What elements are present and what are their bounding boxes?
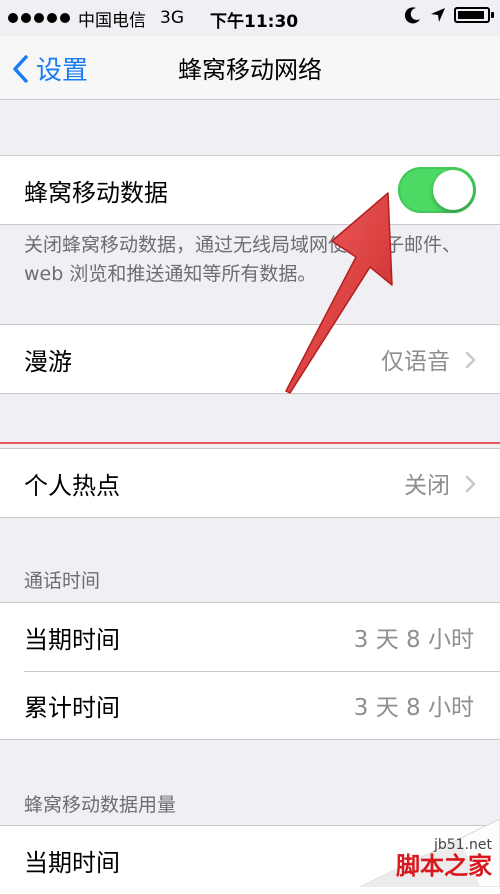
hotspot-label: 个人热点 — [24, 471, 120, 500]
do-not-disturb-icon — [404, 7, 420, 24]
annotation-arrow-icon — [285, 192, 393, 394]
red-divider-line — [0, 442, 500, 444]
list-item: 当期时间 3 天 8 小时 — [0, 603, 500, 671]
status-right — [404, 6, 494, 24]
current-period-label: 当期时间 — [24, 625, 120, 654]
chevron-right-icon — [465, 351, 476, 369]
hotspot-value: 关闭 — [404, 473, 450, 499]
navigation-bar: 设置 蜂窝移动网络 — [0, 36, 500, 100]
toggle-knob — [433, 170, 473, 210]
cellular-data-row: 蜂窝移动数据 — [0, 156, 500, 224]
cellular-data-footer: 关闭蜂窝移动数据，通过无线局域网使用电子邮件、web 浏览和推送通知等所有数据。 — [24, 234, 462, 285]
data-current-period-label: 当期时间 — [24, 848, 120, 877]
call-time-header: 通话时间 — [24, 570, 101, 592]
location-icon — [431, 8, 445, 22]
roaming-label: 漫游 — [24, 347, 72, 376]
data-usage-header: 蜂窝移动数据用量 — [24, 794, 177, 816]
hotspot-group: 个人热点 关闭 — [0, 448, 500, 518]
lifetime-label: 累计时间 — [24, 693, 120, 722]
roaming-group: 漫游 仅语音 — [0, 324, 500, 394]
cellular-data-group: 蜂窝移动数据 — [0, 155, 500, 225]
personal-hotspot-row[interactable]: 个人热点 关闭 — [0, 449, 500, 517]
current-period-value: 3 天 8 小时 — [353, 627, 474, 653]
call-time-group: 当期时间 3 天 8 小时 累计时间 3 天 8 小时 — [0, 602, 500, 740]
status-time: 下午11:30 — [210, 12, 299, 32]
battery-icon — [454, 7, 494, 23]
watermark-name: 脚本之家 — [396, 852, 492, 880]
status-bar: 中国电信 3G 下午11:30 — [0, 0, 500, 36]
carrier-name: 中国电信 — [78, 10, 146, 31]
roaming-row[interactable]: 漫游 仅语音 — [0, 325, 500, 393]
chevron-right-icon — [465, 475, 476, 493]
network-type: 3G — [160, 8, 184, 28]
signal-strength-icon — [8, 13, 70, 23]
list-item: 累计时间 3 天 8 小时 — [0, 671, 500, 739]
page-title: 蜂窝移动网络 — [178, 56, 322, 84]
lifetime-value: 3 天 8 小时 — [353, 695, 474, 721]
watermark: jb51.net 脚本之家 — [360, 819, 500, 887]
cellular-data-label: 蜂窝移动数据 — [24, 178, 168, 207]
